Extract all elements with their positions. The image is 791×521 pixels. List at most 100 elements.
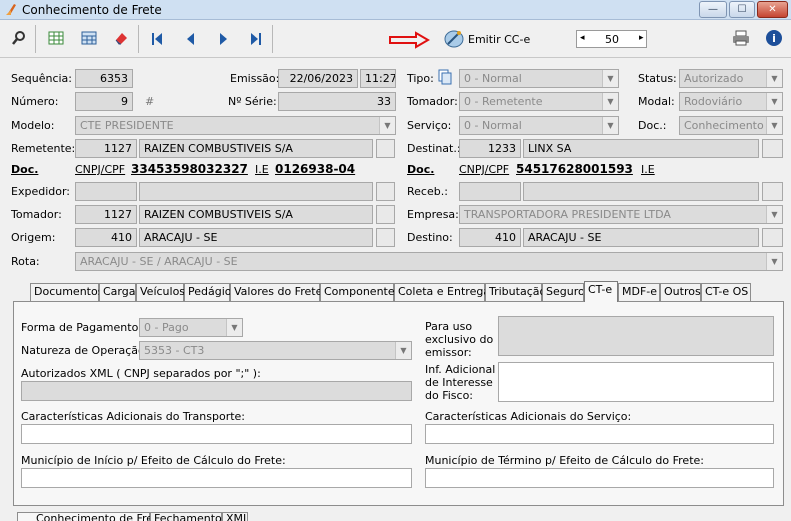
help-button[interactable]: i [761, 25, 787, 51]
last-record-button[interactable] [245, 28, 267, 50]
remetente-code-field[interactable]: 1127 [75, 139, 137, 158]
tomador-name-field[interactable]: RAIZEN COMBUSTIVEIS S/A [139, 205, 373, 224]
tab-pedagio[interactable]: Pedágio [184, 283, 232, 301]
servico-select[interactable]: 0 - Normal ▼ [459, 116, 619, 135]
destino-lookup-button[interactable] [762, 228, 783, 247]
next-record-button[interactable] [213, 28, 235, 50]
emissao-date-field[interactable]: 22/06/2023 [278, 69, 358, 88]
tomador-lookup-button[interactable] [376, 205, 395, 224]
expedidor-name-field[interactable] [139, 182, 373, 201]
tab-outros[interactable]: Outros [660, 283, 701, 301]
chevron-down-icon[interactable]: ▼ [766, 206, 782, 223]
destinat-doc-link[interactable]: Doc. [407, 163, 434, 176]
spreadsheet-button[interactable] [43, 25, 69, 51]
municipio-inicio-field[interactable] [21, 468, 412, 488]
grid-button[interactable] [76, 25, 102, 51]
sequencia-field[interactable]: 6353 [75, 69, 133, 88]
numero-field[interactable]: 9 [75, 92, 133, 111]
tab-cte[interactable]: CT-e [584, 281, 618, 302]
tomador-code-field[interactable]: 1127 [75, 205, 137, 224]
modelo-select[interactable]: CTE PRESIDENTE ▼ [75, 116, 396, 135]
tab-seguro[interactable]: Seguro [542, 283, 584, 301]
tab-valores-do-frete[interactable]: Valores do Frete [230, 283, 322, 301]
origem-name-field[interactable]: ARACAJU - SE [139, 228, 373, 247]
toolbar-separator [272, 25, 273, 53]
expedidor-lookup-button[interactable] [376, 182, 395, 201]
remetente-label: Remetente: [11, 142, 76, 155]
spinner-decrement[interactable]: ◂ [580, 33, 585, 43]
tab-coleta-e-entrega[interactable]: Coleta e Entrega [394, 283, 490, 301]
clear-button[interactable] [108, 25, 134, 51]
eraser-icon [115, 33, 127, 45]
remetente-lookup-button[interactable] [376, 139, 395, 158]
origem-label: Origem: [11, 231, 56, 244]
tipo-select[interactable]: 0 - Normal ▼ [459, 69, 619, 88]
page-spinner[interactable]: ◂ 50 ▸ [576, 30, 647, 48]
expedidor-code-field[interactable] [75, 182, 137, 201]
natureza-operacao-value: 5353 - CT3 [144, 344, 205, 357]
first-record-button[interactable] [146, 28, 168, 50]
inf-fisco-field[interactable] [498, 362, 774, 402]
previous-record-button[interactable] [179, 28, 201, 50]
receb-code-field[interactable] [459, 182, 521, 201]
bottom-tab-conhecimento[interactable]: Conhecimento de Frete [17, 512, 164, 521]
municipio-termino-label: Município de Término p/ Efeito de Cálcul… [425, 454, 704, 467]
destino-name-field[interactable]: ARACAJU - SE [523, 228, 759, 247]
chevron-down-icon[interactable]: ▼ [395, 342, 411, 359]
chevron-down-icon[interactable]: ▼ [766, 117, 782, 134]
destino-code-field[interactable]: 410 [459, 228, 521, 247]
modal-value: Rodoviário [684, 95, 743, 108]
tab-cte-os[interactable]: CT-e OS [701, 283, 751, 301]
doc-select[interactable]: Conhecimento ▼ [679, 116, 783, 135]
chevron-down-icon[interactable]: ▼ [602, 93, 618, 110]
natureza-operacao-select[interactable]: 5353 - CT3 ▼ [139, 341, 412, 360]
search-button[interactable] [6, 25, 32, 51]
chevron-down-icon[interactable]: ▼ [379, 117, 395, 134]
autorizados-xml-label: Autorizados XML ( CNPJ separados por ";"… [21, 367, 261, 380]
tomador-select[interactable]: 0 - Remetente ▼ [459, 92, 619, 111]
forma-pagamento-select[interactable]: 0 - Pago ▼ [139, 318, 243, 337]
print-button[interactable] [728, 25, 754, 51]
emissao-time-field[interactable]: 11:27 [360, 69, 396, 88]
autorizados-xml-field[interactable] [21, 381, 412, 401]
destinat-code-field[interactable]: 1233 [459, 139, 521, 158]
red-arrow-icon [389, 31, 430, 49]
chevron-down-icon[interactable]: ▼ [766, 70, 782, 87]
document-copy-icon[interactable] [438, 69, 452, 85]
maximize-button[interactable]: ☐ [729, 1, 755, 18]
spinner-increment[interactable]: ▸ [639, 33, 644, 43]
emitir-cce-button[interactable]: Emitir CC-e [468, 33, 530, 46]
chevron-down-icon[interactable]: ▼ [766, 93, 782, 110]
remetente-doc-link[interactable]: Doc. [11, 163, 38, 176]
chevron-down-icon[interactable]: ▼ [766, 253, 782, 270]
receb-lookup-button[interactable] [762, 182, 783, 201]
tab-tributacao[interactable]: Tributação [485, 283, 546, 301]
modal-select[interactable]: Rodoviário ▼ [679, 92, 783, 111]
bottom-tab-xml[interactable]: XML [222, 512, 249, 521]
tab-mdfe[interactable]: MDF-e [618, 283, 660, 301]
minimize-button[interactable]: — [699, 1, 727, 18]
origem-lookup-button[interactable] [376, 228, 395, 247]
destinat-name-field[interactable]: LINX SA [523, 139, 759, 158]
tab-carga[interactable]: Carga [99, 283, 136, 301]
chevron-down-icon[interactable]: ▼ [602, 117, 618, 134]
tab-componentes[interactable]: Componentes [320, 283, 400, 301]
uso-emissor-field[interactable] [498, 316, 774, 356]
origem-code-field[interactable]: 410 [75, 228, 137, 247]
receb-name-field[interactable] [523, 182, 759, 201]
rota-select[interactable]: ARACAJU - SE / ARACAJU - SE ▼ [75, 252, 783, 271]
carac-transporte-field[interactable] [21, 424, 412, 444]
tab-veiculos[interactable]: Veículos [136, 283, 185, 301]
tab-documentos[interactable]: Documentos [30, 283, 103, 301]
close-button[interactable]: ✕ [757, 1, 788, 18]
empresa-select[interactable]: TRANSPORTADORA PRESIDENTE LTDA ▼ [459, 205, 783, 224]
chevron-down-icon[interactable]: ▼ [602, 70, 618, 87]
chevron-down-icon[interactable]: ▼ [226, 319, 242, 336]
municipio-termino-field[interactable] [425, 468, 774, 488]
remetente-name-field[interactable]: RAIZEN COMBUSTIVEIS S/A [139, 139, 373, 158]
status-select[interactable]: Autorizado ▼ [679, 69, 783, 88]
bottom-tab-fechamento[interactable]: Fechamento [150, 512, 222, 521]
carac-servico-field[interactable] [425, 424, 774, 444]
serie-field[interactable]: 33 [278, 92, 396, 111]
destinat-lookup-button[interactable] [762, 139, 783, 158]
